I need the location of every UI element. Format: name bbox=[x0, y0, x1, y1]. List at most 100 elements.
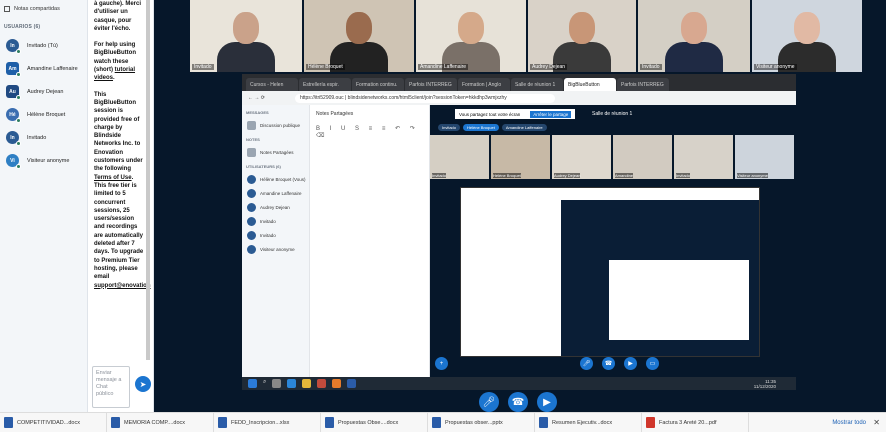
close-downloads-icon[interactable]: ✕ bbox=[873, 418, 880, 427]
shared-video-tile: Amandine bbox=[613, 135, 672, 179]
chat-paragraph-echo: à gauche). Merci d'utiliser un casque, p… bbox=[94, 1, 142, 32]
users-title: USUARIOS (6) bbox=[4, 24, 41, 30]
user-item[interactable]: Au Audrey Dejean bbox=[0, 80, 87, 103]
status-dot bbox=[16, 118, 21, 123]
document-file-icon bbox=[325, 417, 334, 428]
phone-icon: ☎︎ bbox=[511, 396, 525, 408]
document-file-icon bbox=[4, 417, 13, 428]
talking-pill: Invitado bbox=[438, 124, 461, 131]
user-item[interactable]: Hé Hélène Broquet bbox=[0, 103, 87, 126]
shared-notes-label: Notas compartidas bbox=[14, 6, 60, 12]
nested-screenshare bbox=[460, 187, 760, 357]
shared-video-strip: Invitado Hélène Broquet Audrey Dejean Amand… bbox=[430, 135, 796, 179]
user-item[interactable]: In Invitado bbox=[0, 126, 87, 149]
shared-user-item: Invitado bbox=[242, 214, 309, 228]
avatar: Hé bbox=[6, 108, 21, 123]
nested-dark-area bbox=[561, 200, 759, 356]
browser-tab: Formation | Anglo bbox=[458, 78, 510, 91]
browser-address-bar: ← → ⟳ https://itri52909.ouc | blindsiden… bbox=[242, 91, 796, 105]
person-face bbox=[233, 12, 259, 44]
download-filename: MEMORIA COMP....docx bbox=[124, 419, 186, 426]
video-name-label: Hélène Broquet bbox=[306, 64, 345, 70]
shared-public-chat-label: Discussion publique bbox=[260, 122, 301, 128]
shared-users-header: UTILISATEURS (6) bbox=[246, 164, 281, 169]
share-webcam-button[interactable]: ▶ bbox=[537, 392, 557, 412]
shared-notes-title: Notes Partagées bbox=[316, 111, 354, 117]
shared-user-name: Invitado bbox=[260, 218, 276, 224]
shared-notes-item[interactable]: Notas compartidas bbox=[0, 0, 87, 18]
video-tile[interactable]: Invitado bbox=[638, 0, 750, 72]
chat-input[interactable]: Enviar mensaje a Chat público bbox=[92, 366, 130, 408]
person-face bbox=[569, 12, 595, 44]
person-body bbox=[665, 42, 723, 72]
document-file-icon bbox=[539, 417, 548, 428]
url-field: https://itri52909.ouc | blindsidenetwork… bbox=[294, 93, 555, 103]
shared-video-name: Audrey Dejean bbox=[554, 173, 581, 178]
video-tile[interactable]: Invitado bbox=[190, 0, 302, 72]
share-notice: Vous partagez tout votre écran Arrêter l… bbox=[455, 109, 576, 119]
pdf-file-icon bbox=[646, 417, 655, 428]
mute-mic-button[interactable]: 🎤︎ bbox=[479, 392, 499, 412]
terms-of-use-link[interactable]: Terms of Use bbox=[94, 175, 132, 181]
download-item[interactable]: Propuestas obser...pptx bbox=[428, 412, 535, 432]
video-name-label: Audrey Dejean bbox=[530, 64, 568, 70]
video-tile[interactable]: Audrey Dejean bbox=[528, 0, 636, 72]
shared-video-name: Invitado bbox=[676, 173, 691, 178]
chat-scrollbar[interactable] bbox=[146, 0, 150, 360]
shared-video-tile: Invitado bbox=[430, 135, 489, 179]
shared-user-item: Hélène Broquet (Vous) bbox=[242, 172, 309, 186]
document-file-icon bbox=[218, 417, 227, 428]
shared-phone-icon: ☎︎ bbox=[602, 357, 615, 370]
browser-tab: Salle de réunion 1 bbox=[511, 78, 563, 91]
status-dot bbox=[16, 141, 21, 146]
leave-audio-button[interactable]: ☎︎ bbox=[508, 392, 528, 412]
browser-tab: Parfois INTERREG bbox=[405, 78, 457, 91]
presentation-area: Invitado Hélène Broquet Amandine Laffenair… bbox=[154, 0, 886, 412]
download-item[interactable]: Factura 3 Areté 20...pdf bbox=[642, 412, 749, 432]
chat-icon bbox=[247, 120, 256, 130]
shared-user-item: Audrey Dejean bbox=[242, 200, 309, 214]
user-name: Audrey Dejean bbox=[27, 88, 64, 95]
user-item[interactable]: In Invitado (Tú) bbox=[0, 34, 87, 57]
download-item[interactable]: MEMORIA COMP....docx bbox=[107, 412, 214, 432]
store-icon bbox=[317, 379, 327, 388]
avatar bbox=[247, 216, 256, 226]
nav-arrows-icon: ← → ⟳ bbox=[248, 95, 265, 101]
chat-paragraph-terms: This BigBlueButton session is provided f… bbox=[94, 91, 151, 290]
taskbar-search-icon: ⌕ bbox=[263, 379, 267, 385]
talking-pill: Amandine Laffenaire bbox=[501, 124, 547, 131]
user-list: In Invitado (Tú) Am Amandine Laffenaire Au Au… bbox=[0, 34, 87, 172]
chat-message: à gauche). Merci d'utiliser un casque, p… bbox=[94, 0, 151, 298]
nested-inner-screen bbox=[609, 260, 749, 340]
user-item[interactable]: Vi Visiteur anonyme bbox=[0, 149, 87, 172]
shared-video-name: Amandine bbox=[615, 173, 634, 178]
support-email-link[interactable]: support@enovation bbox=[94, 283, 151, 289]
shared-camera-icon: ▶ bbox=[624, 357, 637, 370]
folder-icon bbox=[302, 379, 312, 388]
download-filename: Resumen Ejecutiv...docx bbox=[552, 419, 613, 426]
download-item[interactable]: Propuestas Obse....docx bbox=[321, 412, 428, 432]
shared-user-item: Invitado bbox=[242, 228, 309, 242]
video-tile[interactable]: Amandine Laffenaire bbox=[416, 0, 526, 72]
download-item[interactable]: FEDD_Inscripcion...xlsx bbox=[214, 412, 321, 432]
download-filename: Propuestas Obse....docx bbox=[338, 419, 399, 426]
shared-presentation: Vous partagez tout votre écran Arrêter l… bbox=[430, 105, 796, 378]
shared-video-name: Visiteur anonyme bbox=[737, 173, 768, 178]
download-item[interactable]: COMPETITIVIDAD...docx bbox=[0, 412, 107, 432]
stop-sharing-button: Arrêter le partage bbox=[530, 110, 572, 118]
browser-tab: BigBlueButton bbox=[564, 78, 616, 91]
send-message-button[interactable]: ➤ bbox=[135, 376, 151, 392]
video-tile[interactable]: Visiteur anonyme bbox=[752, 0, 862, 72]
edge-icon bbox=[287, 379, 297, 388]
avatar bbox=[247, 174, 256, 184]
chat-paragraph-help: For help using BigBlueButton watch these… bbox=[94, 42, 136, 82]
download-item[interactable]: Resumen Ejecutiv...docx bbox=[535, 412, 642, 432]
person-face bbox=[794, 12, 820, 44]
shared-user-name: Invitado bbox=[260, 232, 276, 238]
user-name: Visiteur anonyme bbox=[27, 157, 70, 164]
user-item[interactable]: Am Amandine Laffenaire bbox=[0, 57, 87, 80]
show-all-downloads-button[interactable]: Mostrar todo bbox=[832, 420, 866, 426]
video-tile[interactable]: Hélène Broquet bbox=[304, 0, 414, 72]
video-name-label: Invitado bbox=[192, 64, 214, 70]
shared-messages-header: MESSAGES bbox=[246, 110, 269, 115]
